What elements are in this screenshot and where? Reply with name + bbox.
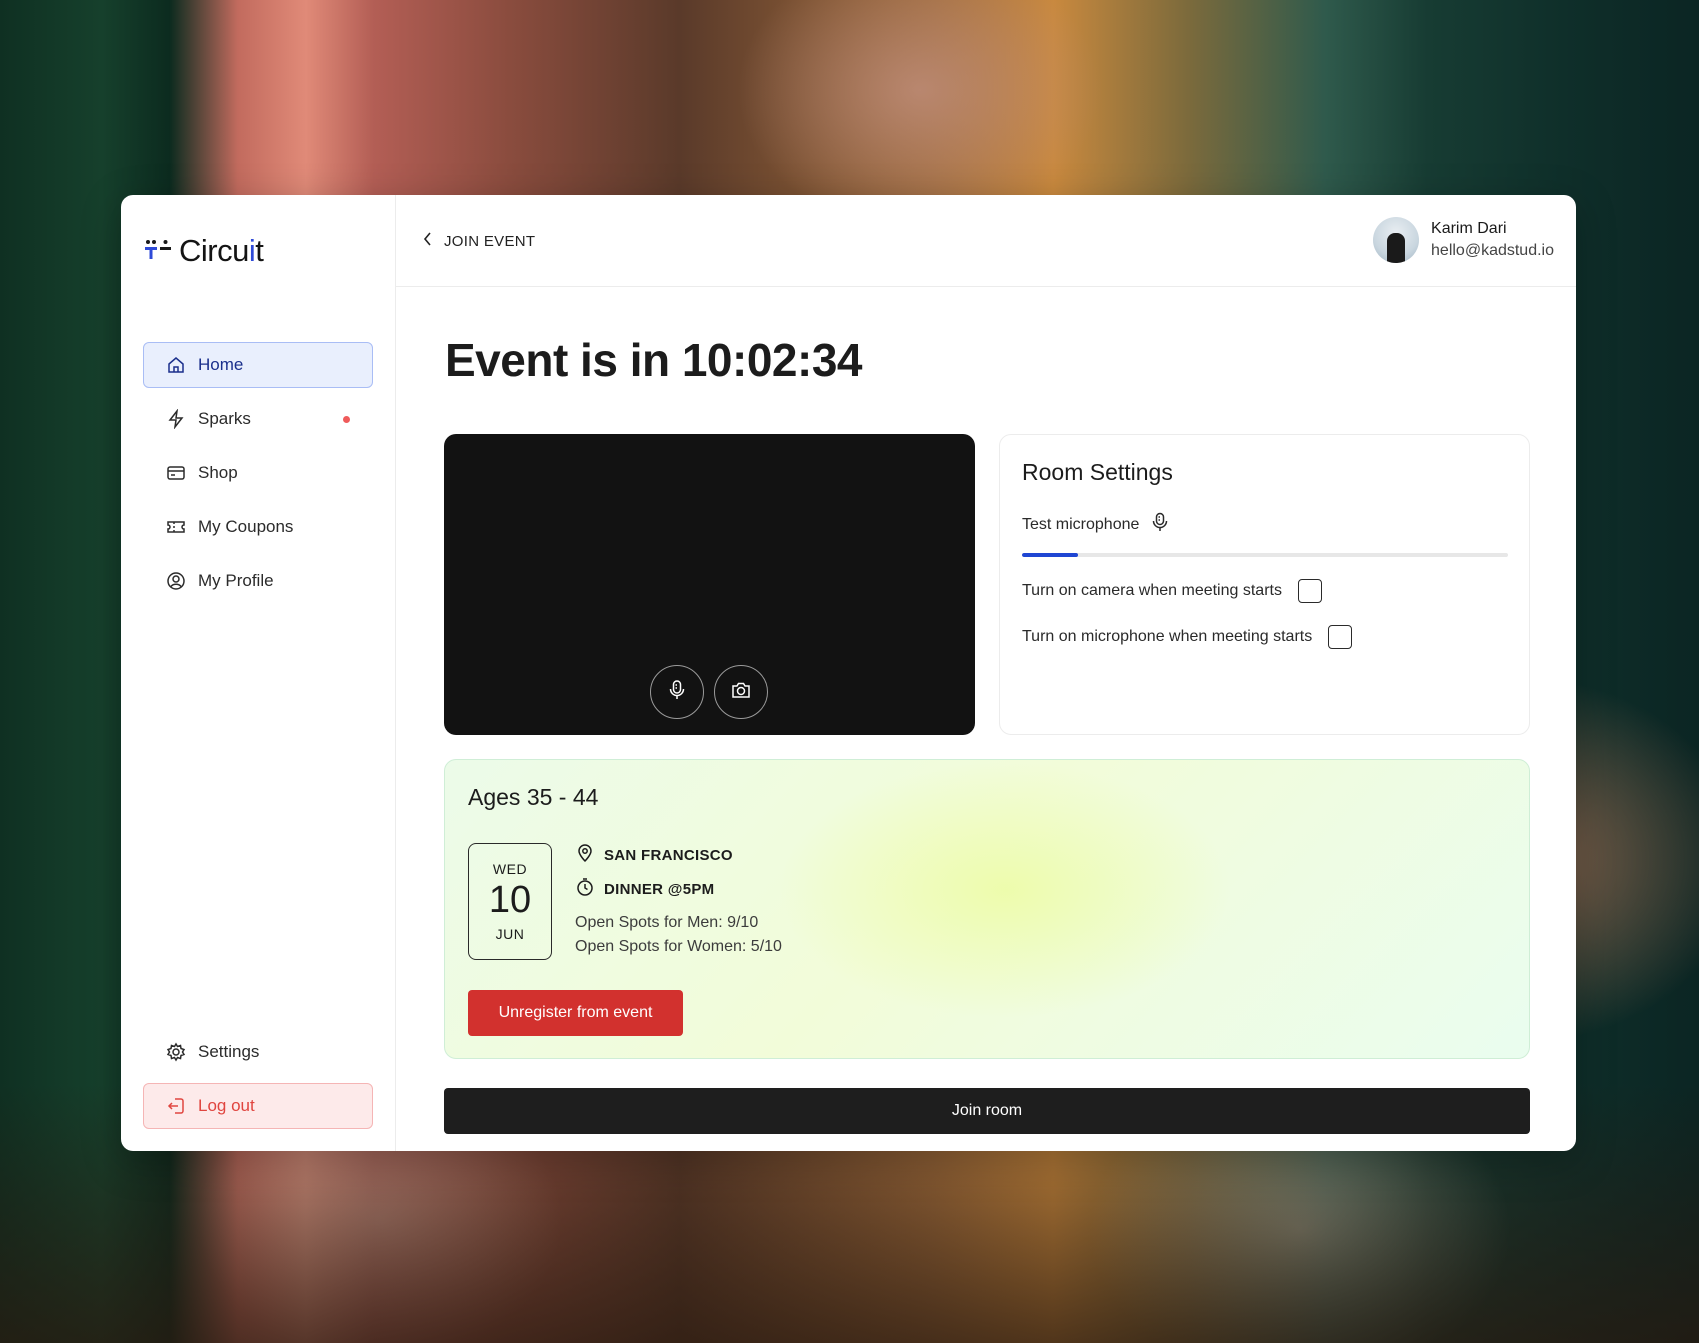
mic-level-fill <box>1022 553 1078 557</box>
avatar <box>1373 217 1420 263</box>
camera-option-label: Turn on camera when meeting starts <box>1022 582 1282 599</box>
coupon-icon <box>166 517 186 537</box>
event-meta: SAN FRANCISCO DINNER @5PM Open Spots for… <box>575 843 782 959</box>
join-room-button[interactable]: Join room <box>444 1088 1530 1134</box>
event-ages: Ages 35 - 44 <box>468 784 599 810</box>
sidebar-item-settings[interactable]: Settings <box>143 1029 373 1075</box>
user-name: Karim Dari <box>1431 220 1507 237</box>
sidebar-item-label: My Profile <box>198 571 274 590</box>
notification-dot <box>343 416 350 423</box>
logo: Circuit <box>145 233 264 269</box>
user-menu[interactable]: Karim Dari hello@kadstud.io <box>1373 217 1554 263</box>
video-preview <box>444 434 975 735</box>
sidebar-item-label: Shop <box>198 463 238 482</box>
event-date: WED 10 JUN <box>468 843 552 960</box>
date-month: JUN <box>495 926 525 942</box>
date-day: 10 <box>488 879 532 921</box>
camera-option-row: Turn on camera when meeting starts <box>1022 579 1507 603</box>
spots-men: Open Spots for Men: 9/10 <box>575 914 759 931</box>
logout-icon <box>166 1096 186 1116</box>
sidebar-item-shop[interactable]: Shop <box>143 450 373 496</box>
gear-icon <box>166 1042 186 1062</box>
unregister-button[interactable]: Unregister from event <box>468 990 683 1036</box>
mic-checkbox[interactable] <box>1328 625 1353 649</box>
time-text: DINNER @5PM <box>604 880 715 898</box>
logo-mark-icon <box>145 238 173 264</box>
logout-label: Log out <box>198 1096 255 1115</box>
microphone-icon <box>1151 512 1169 537</box>
mic-option-row: Turn on microphone when meeting starts <box>1022 625 1507 649</box>
room-settings-title: Room Settings <box>1022 459 1173 485</box>
sidebar-item-label: Home <box>198 355 244 374</box>
sidebar-item-label: My Coupons <box>198 517 294 536</box>
camera-icon <box>730 679 752 706</box>
camera-checkbox[interactable] <box>1297 579 1322 603</box>
timer-icon <box>575 877 595 901</box>
test-microphone-label: Test microphone <box>1022 515 1140 533</box>
user-email: hello@kadstud.io <box>1431 242 1554 259</box>
sidebar-bottom: Settings Log out <box>143 1029 373 1137</box>
profile-icon <box>166 571 186 591</box>
microphone-icon <box>666 679 688 706</box>
event-location: SAN FRANCISCO <box>575 843 782 867</box>
topbar: JOIN EVENT Karim Dari hello@kadstud.io <box>396 195 1576 287</box>
user-info: Karim Dari hello@kadstud.io <box>1431 218 1554 262</box>
test-microphone[interactable]: Test microphone <box>1022 512 1507 537</box>
shop-icon <box>166 463 186 483</box>
home-icon <box>166 355 186 375</box>
main-content: JOIN EVENT Karim Dari hello@kadstud.io E… <box>396 195 1576 1151</box>
settings-label: Settings <box>198 1042 260 1061</box>
sidebar-item-home[interactable]: Home <box>143 342 373 388</box>
lightning-icon <box>166 409 186 429</box>
mic-level-bar <box>1022 553 1508 557</box>
app-window: Circuit Home Sparks Shop My Coupons My P… <box>121 195 1576 1151</box>
event-time: DINNER @5PM <box>575 877 782 901</box>
chevron-left-icon <box>422 231 434 251</box>
logout-button[interactable]: Log out <box>143 1083 373 1129</box>
sidebar-nav: Home Sparks Shop My Coupons My Profile <box>143 342 373 612</box>
sidebar-item-sparks[interactable]: Sparks <box>143 396 373 442</box>
mic-option-label: Turn on microphone when meeting starts <box>1022 628 1313 645</box>
logo-text: Circuit <box>179 233 264 268</box>
location-pin-icon <box>575 843 595 867</box>
room-settings-card: Room Settings Test microphone Turn on ca… <box>999 434 1530 735</box>
sidebar: Circuit Home Sparks Shop My Coupons My P… <box>121 195 396 1151</box>
mic-toggle-button[interactable] <box>650 665 704 719</box>
spots-women: Open Spots for Women: 5/10 <box>575 938 782 955</box>
event-card: Ages 35 - 44 WED 10 JUN SAN FRANCISCO DI… <box>444 759 1530 1059</box>
sidebar-item-profile[interactable]: My Profile <box>143 558 373 604</box>
back-button[interactable]: JOIN EVENT <box>422 231 535 251</box>
location-text: SAN FRANCISCO <box>604 846 733 864</box>
date-weekday: WED <box>492 861 528 877</box>
page-title: Event is in 10:02:34 <box>445 334 862 386</box>
camera-toggle-button[interactable] <box>714 665 768 719</box>
back-label: JOIN EVENT <box>444 232 536 250</box>
sidebar-item-label: Sparks <box>198 409 251 428</box>
sidebar-item-coupons[interactable]: My Coupons <box>143 504 373 550</box>
